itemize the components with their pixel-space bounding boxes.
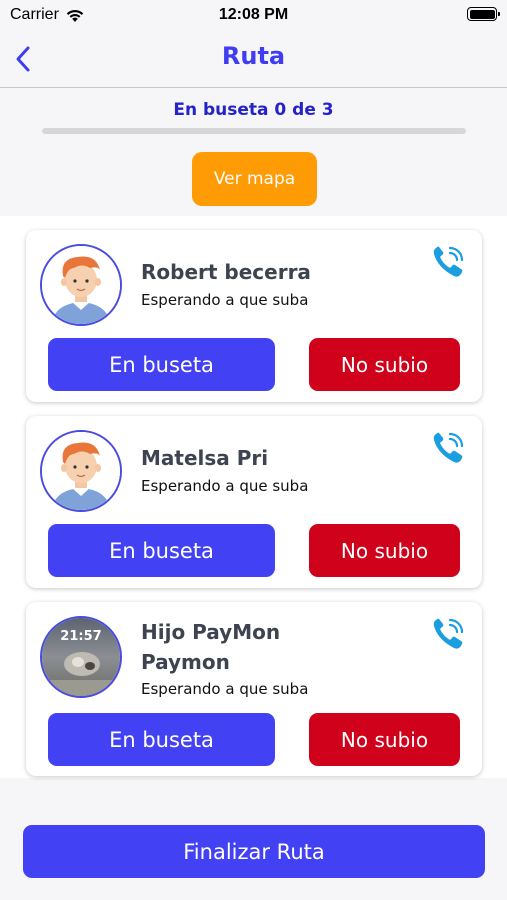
passenger-status: Esperando a que suba xyxy=(141,291,309,309)
not-boarded-button[interactable]: No subio xyxy=(309,338,460,391)
on-bus-button[interactable]: En buseta xyxy=(48,713,275,766)
passenger-card: Matelsa Pri Esperando a que suba En buse… xyxy=(26,416,482,588)
status-time: 12:08 PM xyxy=(218,6,289,23)
on-bus-button[interactable]: En buseta xyxy=(48,524,275,577)
not-boarded-button[interactable]: No subio xyxy=(309,524,460,577)
photo-time-text: 21:57 xyxy=(60,629,101,644)
passenger-card: Robert becerra Esperando a que suba En b… xyxy=(26,230,482,402)
view-map-button[interactable]: Ver mapa xyxy=(192,152,317,206)
finish-route-button[interactable]: Finalizar Ruta xyxy=(23,825,485,878)
cartoon-boy-avatar xyxy=(40,244,122,326)
on-bus-button[interactable]: En buseta xyxy=(48,338,275,391)
nav-bar: Ruta xyxy=(0,32,507,88)
battery-icon xyxy=(467,7,500,21)
page-title: Ruta xyxy=(221,42,286,70)
passenger-status: Esperando a que suba xyxy=(141,477,309,495)
passenger-card: 21:57 Hijo PayMon Paymon Esperando a que… xyxy=(26,602,482,776)
passenger-name: Robert becerra xyxy=(141,260,311,284)
passenger-list: Robert becerra Esperando a que suba En b… xyxy=(0,216,507,778)
passenger-status: Esperando a que suba xyxy=(141,680,309,698)
progress-label: En buseta 0 de 3 xyxy=(173,100,334,120)
photo-avatar: 21:57 xyxy=(40,616,122,698)
status-bar: Carrier 12:08 PM xyxy=(0,0,507,32)
phone-icon[interactable] xyxy=(428,242,468,282)
phone-icon[interactable] xyxy=(428,428,468,468)
passenger-name: Hijo PayMon Paymon xyxy=(141,620,281,674)
passenger-name: Matelsa Pri xyxy=(141,446,269,470)
cartoon-boy-avatar xyxy=(40,430,122,512)
progress-bar xyxy=(42,128,466,134)
phone-icon[interactable] xyxy=(428,614,468,654)
not-boarded-button[interactable]: No subio xyxy=(309,713,460,766)
